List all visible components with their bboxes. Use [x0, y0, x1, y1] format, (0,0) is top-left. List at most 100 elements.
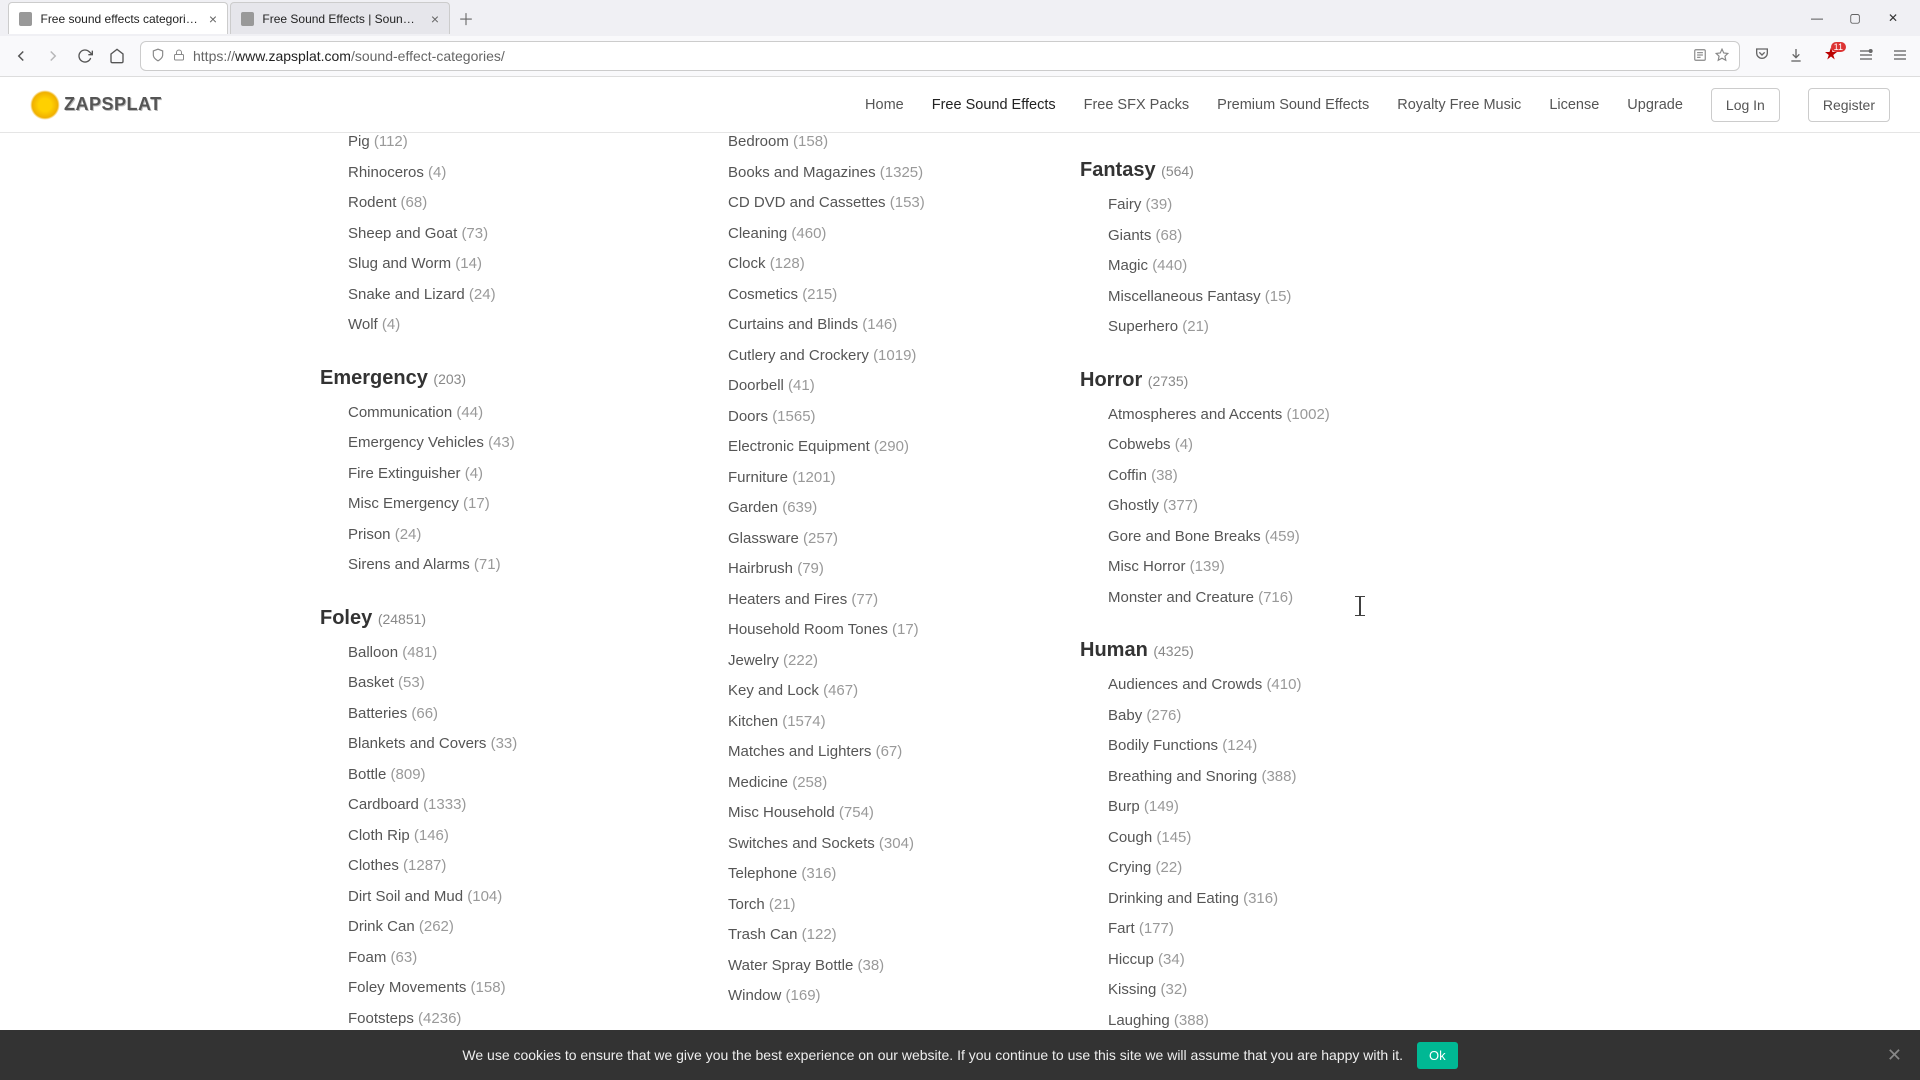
forward-button[interactable]: [44, 47, 62, 65]
nav-item-premium-sound-effects[interactable]: Premium Sound Effects: [1217, 97, 1369, 113]
category-subitem[interactable]: Burp (149): [1108, 792, 1420, 823]
category-subitem[interactable]: Torch (21): [728, 890, 1040, 921]
category-subitem[interactable]: Cloth Rip (146): [348, 821, 660, 852]
category-subitem[interactable]: Garden (639): [728, 493, 1040, 524]
category-subitem[interactable]: Heaters and Fires (77): [728, 585, 1040, 616]
category-subitem[interactable]: Baby (276): [1108, 701, 1420, 732]
nav-item-upgrade[interactable]: Upgrade: [1627, 97, 1683, 113]
category-heading[interactable]: Human (4325): [1080, 639, 1420, 662]
nav-item-license[interactable]: License: [1549, 97, 1599, 113]
category-subitem[interactable]: Electronic Equipment (290): [728, 432, 1040, 463]
category-heading[interactable]: Horror (2735): [1080, 369, 1420, 392]
category-subitem[interactable]: Misc Horror (139): [1108, 552, 1420, 583]
category-subitem[interactable]: Cough (145): [1108, 823, 1420, 854]
category-subitem[interactable]: Gore and Bone Breaks (459): [1108, 522, 1420, 553]
category-subitem[interactable]: Emergency Vehicles (43): [348, 428, 660, 459]
nav-item-free-sfx-packs[interactable]: Free SFX Packs: [1084, 97, 1190, 113]
back-button[interactable]: [12, 47, 30, 65]
account-icon[interactable]: [1858, 47, 1874, 66]
category-heading[interactable]: Foley (24851): [320, 607, 660, 630]
category-subitem[interactable]: Sirens and Alarms (71): [348, 550, 660, 581]
category-subitem[interactable]: Window (169): [728, 981, 1040, 1012]
category-subitem[interactable]: Matches and Lighters (67): [728, 737, 1040, 768]
browser-tab[interactable]: Free Sound Effects | SoundJay×: [230, 2, 450, 34]
category-subitem[interactable]: Wolf (4): [348, 310, 660, 341]
category-subitem[interactable]: Kissing (32): [1108, 975, 1420, 1006]
category-subitem[interactable]: Rhinoceros (4): [348, 158, 660, 189]
category-subitem[interactable]: Jewelry (222): [728, 646, 1040, 677]
nav-item-royalty-free-music[interactable]: Royalty Free Music: [1397, 97, 1521, 113]
category-subitem[interactable]: CD DVD and Cassettes (153): [728, 188, 1040, 219]
category-subitem[interactable]: Batteries (66): [348, 699, 660, 730]
category-subitem[interactable]: Books and Magazines (1325): [728, 158, 1040, 189]
new-tab-button[interactable]: ＋: [450, 6, 482, 30]
category-subitem[interactable]: Coffin (38): [1108, 461, 1420, 492]
category-subitem[interactable]: Medicine (258): [728, 768, 1040, 799]
category-subitem[interactable]: Hiccup (34): [1108, 945, 1420, 976]
category-subitem[interactable]: Telephone (316): [728, 859, 1040, 890]
category-subitem[interactable]: Hairbrush (79): [728, 554, 1040, 585]
category-subitem[interactable]: Misc Emergency (17): [348, 489, 660, 520]
minimize-button[interactable]: ―: [1810, 11, 1824, 25]
category-subitem[interactable]: Pig (112): [348, 133, 660, 158]
category-subitem[interactable]: Cleaning (460): [728, 219, 1040, 250]
menu-icon[interactable]: [1892, 47, 1908, 66]
category-subitem[interactable]: Miscellaneous Fantasy (15): [1108, 282, 1420, 313]
category-subitem[interactable]: Giants (68): [1108, 221, 1420, 252]
category-subitem[interactable]: Monster and Creature (716): [1108, 583, 1420, 614]
category-subitem[interactable]: Breathing and Snoring (388): [1108, 762, 1420, 793]
extension-icon[interactable]: 11: [1822, 46, 1840, 67]
category-subitem[interactable]: Blankets and Covers (33): [348, 729, 660, 760]
category-subitem[interactable]: Misc Household (754): [728, 798, 1040, 829]
close-window-button[interactable]: ✕: [1886, 11, 1900, 25]
category-subitem[interactable]: Fairy (39): [1108, 190, 1420, 221]
category-subitem[interactable]: Glassware (257): [728, 524, 1040, 555]
category-subitem[interactable]: Footsteps (4236): [348, 1004, 660, 1032]
category-subitem[interactable]: Slug and Worm (14): [348, 249, 660, 280]
category-subitem[interactable]: Balloon (481): [348, 638, 660, 669]
category-subitem[interactable]: Ghostly (377): [1108, 491, 1420, 522]
category-subitem[interactable]: Doorbell (41): [728, 371, 1040, 402]
category-subitem[interactable]: Rodent (68): [348, 188, 660, 219]
category-subitem[interactable]: Atmospheres and Accents (1002): [1108, 400, 1420, 431]
category-subitem[interactable]: Clock (128): [728, 249, 1040, 280]
tab-close-button[interactable]: ×: [209, 11, 217, 27]
nav-item-home[interactable]: Home: [865, 97, 904, 113]
category-subitem[interactable]: Cardboard (1333): [348, 790, 660, 821]
category-subitem[interactable]: Key and Lock (467): [728, 676, 1040, 707]
category-subitem[interactable]: Dirt Soil and Mud (104): [348, 882, 660, 913]
category-subitem[interactable]: Household Room Tones (17): [728, 615, 1040, 646]
category-subitem[interactable]: Cutlery and Crockery (1019): [728, 341, 1040, 372]
home-button[interactable]: [108, 47, 126, 65]
category-subitem[interactable]: Laughing (388): [1108, 1006, 1420, 1032]
category-subitem[interactable]: Crying (22): [1108, 853, 1420, 884]
category-subitem[interactable]: Snake and Lizard (24): [348, 280, 660, 311]
url-box[interactable]: https://www.zapsplat.com/sound-effect-ca…: [140, 41, 1740, 71]
category-subitem[interactable]: Bedroom (158): [728, 133, 1040, 158]
category-subitem[interactable]: Water Spray Bottle (38): [728, 951, 1040, 982]
download-icon[interactable]: [1788, 47, 1804, 66]
category-subitem[interactable]: Sheep and Goat (73): [348, 219, 660, 250]
category-heading[interactable]: Emergency (203): [320, 367, 660, 390]
category-subitem[interactable]: Audiences and Crowds (410): [1108, 670, 1420, 701]
category-subitem[interactable]: Clothes (1287): [348, 851, 660, 882]
nav-item-free-sound-effects[interactable]: Free Sound Effects: [932, 97, 1056, 113]
category-subitem[interactable]: Prison (24): [348, 520, 660, 551]
login-button[interactable]: Log In: [1711, 88, 1780, 122]
category-subitem[interactable]: Cobwebs (4): [1108, 430, 1420, 461]
category-heading[interactable]: Fantasy (564): [1080, 159, 1420, 182]
category-subitem[interactable]: Superhero (21): [1108, 312, 1420, 343]
category-subitem[interactable]: Trash Can (122): [728, 920, 1040, 951]
maximize-button[interactable]: ▢: [1848, 11, 1862, 25]
category-subitem[interactable]: Fart (177): [1108, 914, 1420, 945]
reload-button[interactable]: [76, 47, 94, 65]
category-subitem[interactable]: Foam (63): [348, 943, 660, 974]
category-subitem[interactable]: Doors (1565): [728, 402, 1040, 433]
category-subitem[interactable]: Kitchen (1574): [728, 707, 1040, 738]
register-button[interactable]: Register: [1808, 88, 1890, 122]
category-subitem[interactable]: Bottle (809): [348, 760, 660, 791]
category-subitem[interactable]: Cosmetics (215): [728, 280, 1040, 311]
browser-tab[interactable]: Free sound effects categories |×: [8, 2, 228, 34]
cookie-ok-button[interactable]: Ok: [1417, 1042, 1458, 1069]
category-subitem[interactable]: Fire Extinguisher (4): [348, 459, 660, 490]
